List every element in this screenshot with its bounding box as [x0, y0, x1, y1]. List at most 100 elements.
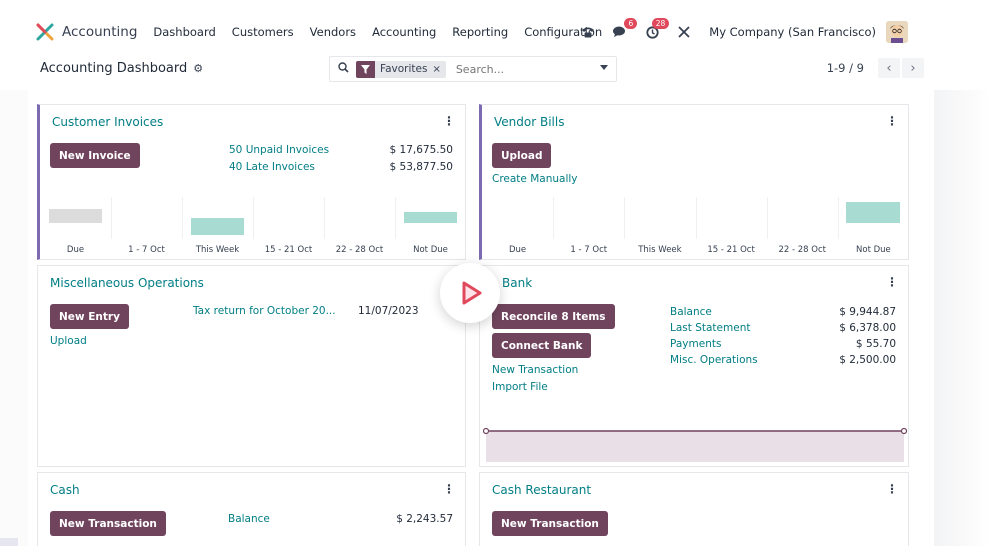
graph-column-divider — [395, 197, 396, 239]
control-panel: Accounting Dashboard ⚙ Favorites × 1-9 /… — [28, 52, 928, 90]
pager-value[interactable]: 1-9 / 9 — [827, 61, 864, 75]
menu-dashboard[interactable]: Dashboard — [153, 25, 215, 39]
filter-icon — [356, 60, 375, 78]
misc-operations-title[interactable]: Miscellaneous Operations — [50, 276, 204, 290]
misc-upload-link[interactable]: Upload — [50, 335, 87, 347]
cash-kebab-icon[interactable]: ⋮ — [443, 482, 455, 496]
graph-axis-label: 1 - 7 Oct — [128, 245, 165, 255]
bank-kebab-icon[interactable]: ⋮ — [886, 275, 898, 289]
cash-restaurant-title[interactable]: Cash Restaurant — [492, 483, 591, 497]
graph-bar[interactable] — [48, 209, 103, 223]
gear-icon[interactable]: ⚙ — [193, 62, 203, 75]
cash-restaurant-kebab-icon[interactable]: ⋮ — [886, 482, 898, 496]
bank-title[interactable]: Bank — [502, 276, 532, 290]
menu-accounting[interactable]: Accounting — [372, 25, 436, 39]
graph-bar[interactable] — [846, 202, 901, 223]
facet-remove-icon[interactable]: × — [432, 64, 445, 75]
reconcile-items-button[interactable]: Reconcile 8 Items — [492, 304, 615, 329]
new-entry-button[interactable]: New Entry — [50, 304, 129, 329]
right-background — [934, 90, 990, 546]
graph-axis-label: This Week — [195, 245, 240, 255]
search-icon[interactable] — [332, 62, 354, 76]
bank-payments-label[interactable]: Payments — [670, 338, 721, 350]
graph-bar[interactable] — [403, 212, 458, 223]
vendor-bills-graph[interactable]: Due 1 - 7 Oct This Week 15 - 21 Oct 22 - 28 … — [482, 197, 908, 259]
search-bar: Favorites × — [329, 56, 617, 82]
activity-badge: 28 — [651, 18, 670, 29]
misc-operations-card: Miscellaneous Operations New Entry Uploa… — [37, 265, 466, 467]
late-invoices-amount: $ 53,877.50 — [389, 161, 453, 173]
graph-column-divider — [324, 197, 325, 239]
main-menu: Dashboard Customers Vendors Accounting R… — [153, 25, 618, 39]
unpaid-invoices-link[interactable]: 50 Unpaid Invoices — [229, 144, 329, 156]
graph-column-divider — [837, 197, 839, 239]
page-title-text: Accounting Dashboard — [40, 61, 188, 76]
menu-vendors[interactable]: Vendors — [310, 25, 356, 39]
graph-column-divider — [553, 197, 555, 239]
tax-return-entry-date: 11/07/2023 — [358, 305, 419, 317]
vendor-bills-kebab-icon[interactable]: ⋮ — [886, 114, 898, 128]
systray: 6 28 My Company (San Francisco) — [567, 14, 908, 50]
connect-bank-button[interactable]: Connect Bank — [492, 333, 592, 358]
graph-axis-label: 1 - 7 Oct — [570, 245, 608, 255]
bank-last-statement-label[interactable]: Last Statement — [670, 322, 750, 334]
cash-balance-label[interactable]: Balance — [228, 513, 270, 525]
page-title: Accounting Dashboard ⚙ — [40, 61, 203, 76]
graph-axis-label: This Week — [638, 245, 682, 255]
graph-column-divider — [253, 197, 254, 239]
pager-next-chevron-right-icon[interactable]: › — [902, 58, 924, 78]
search-input[interactable] — [455, 62, 596, 76]
unpaid-invoices-amount: $ 17,675.50 — [389, 144, 453, 156]
search-toggle-chevron-down-icon[interactable] — [600, 65, 608, 70]
tax-return-entry-link[interactable]: Tax return for October 20... — [193, 305, 336, 317]
customer-invoices-kebab-icon[interactable]: ⋮ — [443, 114, 455, 128]
cash-new-transaction-button[interactable]: New Transaction — [50, 511, 166, 536]
graph-axis-label: Due — [508, 245, 527, 255]
video-play-button[interactable] — [440, 263, 500, 323]
graph-axis-label: Not Due — [413, 245, 448, 255]
company-switcher[interactable]: My Company (San Francisco) — [709, 25, 876, 39]
cash-restaurant-new-transaction-button[interactable]: New Transaction — [492, 511, 608, 536]
graph-axis-label: 15 - 21 Oct — [707, 245, 755, 255]
graph-column-divider — [624, 197, 626, 239]
late-invoices-link[interactable]: 40 Late Invoices — [229, 161, 315, 173]
bank-balance-graph[interactable] — [483, 426, 907, 464]
bank-last-statement-amount: $ 6,378.00 — [839, 322, 896, 334]
graph-axis-label: 15 - 21 Oct — [264, 245, 313, 255]
tools-icon[interactable] — [673, 21, 695, 43]
graph-bar[interactable] — [190, 218, 245, 235]
graph-column-divider — [111, 197, 112, 239]
cash-balance-amount: $ 2,243.57 — [396, 513, 453, 525]
activity-clock-icon[interactable]: 28 — [641, 18, 670, 43]
customer-invoices-card: Customer Invoices ⋮ New Invoice 50 Unpai… — [37, 104, 466, 260]
bank-balance-amount: $ 9,944.87 — [839, 306, 896, 318]
app-logo-icon — [36, 23, 54, 41]
menu-reporting[interactable]: Reporting — [452, 25, 508, 39]
menu-customers[interactable]: Customers — [232, 25, 294, 39]
customer-invoices-title[interactable]: Customer Invoices — [52, 115, 163, 129]
graph-column-divider — [182, 197, 183, 239]
phone-icon[interactable] — [577, 21, 599, 43]
pager: 1-9 / 9 ‹ › — [827, 58, 924, 78]
bank-balance-label[interactable]: Balance — [670, 306, 712, 318]
graph-axis-label: Not Due — [856, 245, 891, 255]
bank-misc-operations-amount: $ 2,500.00 — [839, 354, 896, 366]
customer-invoices-graph[interactable]: Due 1 - 7 Oct This Week 15 - 21 Oct 22 - 28 … — [40, 197, 465, 259]
upload-button[interactable]: Upload — [492, 143, 552, 168]
app-brand[interactable]: Accounting — [36, 23, 137, 41]
graph-axis-label: 22 - 28 Oct — [335, 245, 384, 255]
graph-axis-label: Due — [66, 245, 85, 255]
bank-misc-operations-label[interactable]: Misc. Operations — [670, 354, 758, 366]
facet-label: Favorites — [380, 63, 428, 75]
vendor-bills-title[interactable]: Vendor Bills — [494, 115, 564, 129]
bank-payments-amount: $ 55.70 — [855, 338, 896, 350]
import-file-link[interactable]: Import File — [492, 381, 548, 393]
cash-title[interactable]: Cash — [50, 483, 80, 497]
create-manually-link[interactable]: Create Manually — [492, 173, 578, 185]
user-avatar[interactable] — [886, 21, 908, 43]
messages-icon[interactable]: 6 — [609, 18, 638, 43]
pager-previous-chevron-left-icon[interactable]: ‹ — [878, 58, 900, 78]
new-transaction-link[interactable]: New Transaction — [492, 364, 578, 376]
new-invoice-button[interactable]: New Invoice — [50, 143, 140, 168]
top-navbar: Accounting Dashboard Customers Vendors A… — [28, 14, 928, 50]
